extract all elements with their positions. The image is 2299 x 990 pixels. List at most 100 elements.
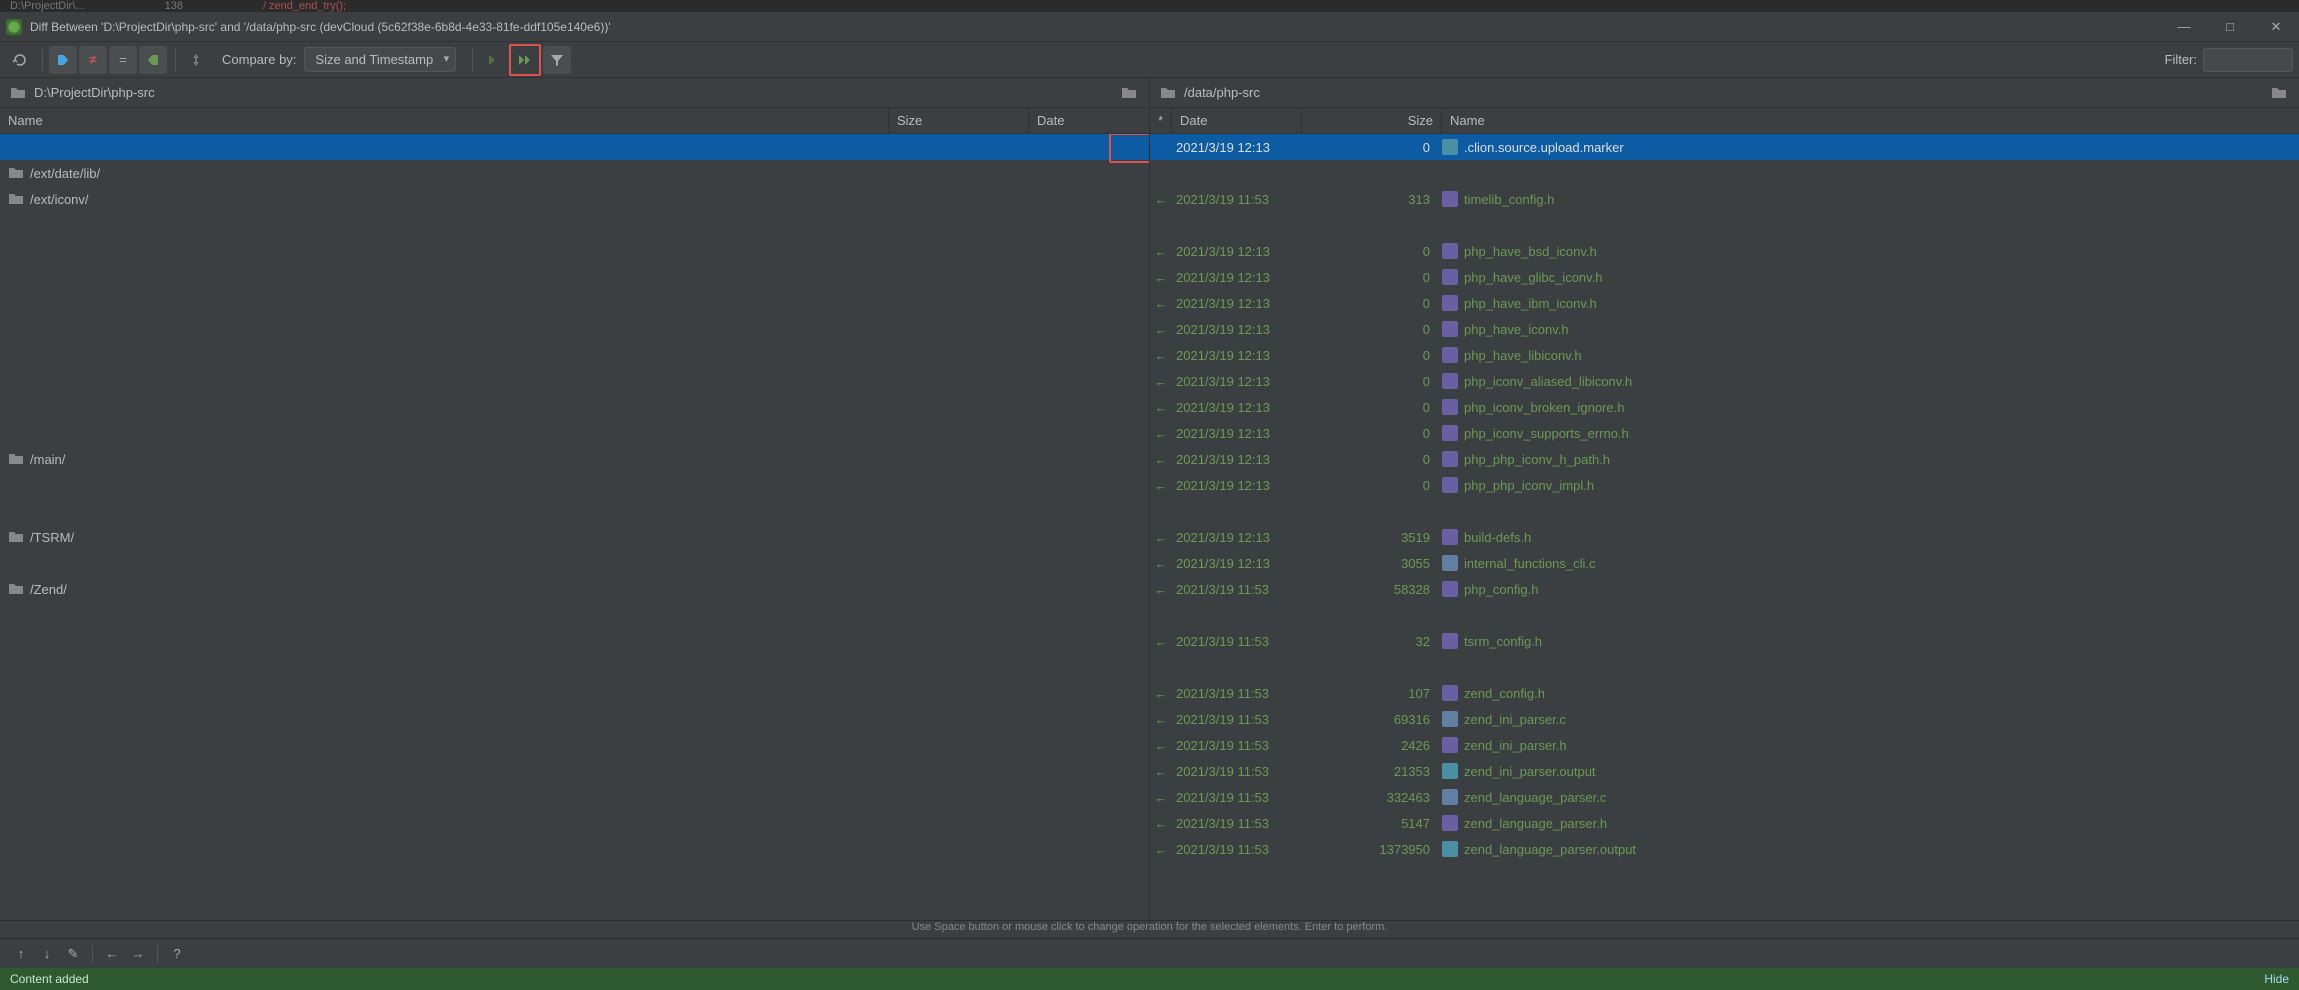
swap-sides-button[interactable] <box>182 46 210 74</box>
maximize-button[interactable]: □ <box>2207 12 2253 42</box>
left-row[interactable]: /ext/date/lib/ <box>0 160 1149 186</box>
right-row[interactable]: ←2021/3/19 11:531373950zend_language_par… <box>1150 836 2299 862</box>
right-row[interactable]: 2021/3/19 12:130.clion.source.upload.mar… <box>1150 134 2299 160</box>
hide-link[interactable]: Hide <box>2264 972 2289 986</box>
left-row[interactable] <box>0 134 1149 160</box>
show-diff-button[interactable]: ≠ <box>79 46 107 74</box>
right-row[interactable]: ←2021/3/19 11:5332tsrm_config.h <box>1150 628 2299 654</box>
op-arrow-icon[interactable]: ← <box>1150 296 1172 311</box>
op-arrow-icon[interactable]: ← <box>1150 400 1172 415</box>
right-pane[interactable]: 2021/3/19 12:130.clion.source.upload.mar… <box>1149 134 2299 920</box>
op-arrow-icon[interactable]: ← <box>1150 192 1172 207</box>
right-row[interactable]: ←2021/3/19 12:130php_have_iconv.h <box>1150 316 2299 342</box>
header-size-right[interactable]: Size <box>1302 108 1442 133</box>
help-button[interactable]: ? <box>164 941 190 967</box>
row-size: 0 <box>1302 426 1442 441</box>
op-arrow-icon[interactable]: ← <box>1150 582 1172 597</box>
sync-up-button[interactable]: ↑ <box>8 941 34 967</box>
row-name: zend_language_parser.h <box>1464 816 1607 831</box>
right-row[interactable]: ←2021/3/19 12:130php_iconv_aliased_libic… <box>1150 368 2299 394</box>
op-arrow-icon[interactable]: ← <box>1150 452 1172 467</box>
header-size-left[interactable]: Size <box>889 108 1029 133</box>
show-new-left-button[interactable] <box>139 46 167 74</box>
op-arrow-icon[interactable]: ← <box>1150 244 1172 259</box>
row-date: 2021/3/19 12:13 <box>1172 400 1302 415</box>
right-path: /data/php-src <box>1184 85 1260 100</box>
left-row[interactable]: /ext/iconv/ <box>0 186 1149 212</box>
right-row[interactable]: ←2021/3/19 12:130php_php_iconv_h_path.h <box>1150 446 2299 472</box>
browse-left-button[interactable] <box>1119 83 1139 103</box>
row-date: 2021/3/19 12:13 <box>1172 530 1302 545</box>
header-name-left[interactable]: Name <box>0 108 889 133</box>
file-icon <box>1442 399 1458 415</box>
op-arrow-icon[interactable]: ← <box>1150 270 1172 285</box>
left-pane[interactable]: /ext/date/lib//ext/iconv/ /main/ /TSRM/ /Ze… <box>0 134 1149 920</box>
row-name: zend_config.h <box>1464 686 1545 701</box>
op-arrow-icon[interactable]: ← <box>1150 686 1172 701</box>
filter-input[interactable] <box>2203 48 2293 72</box>
left-row[interactable]: /TSRM/ <box>0 524 1149 550</box>
header-date-left[interactable]: Date <box>1029 108 1149 133</box>
row-size: 332463 <box>1302 790 1442 805</box>
op-arrow-icon[interactable]: ← <box>1150 842 1172 857</box>
right-row[interactable]: ←2021/3/19 12:130php_have_libiconv.h <box>1150 342 2299 368</box>
op-arrow-icon[interactable]: ← <box>1150 374 1172 389</box>
row-name: build-defs.h <box>1464 530 1531 545</box>
right-row[interactable]: ←2021/3/19 12:130php_iconv_supports_errn… <box>1150 420 2299 446</box>
right-row[interactable]: ←2021/3/19 11:53107zend_config.h <box>1150 680 2299 706</box>
file-icon <box>1442 737 1458 753</box>
op-arrow-icon[interactable]: ← <box>1150 322 1172 337</box>
file-icon <box>1442 815 1458 831</box>
op-arrow-icon[interactable]: ← <box>1150 764 1172 779</box>
right-row[interactable]: ←2021/3/19 12:130php_have_ibm_iconv.h <box>1150 290 2299 316</box>
compare-mode-combo[interactable]: Size and Timestamp <box>304 47 456 72</box>
right-row[interactable]: ←2021/3/19 11:5321353zend_ini_parser.out… <box>1150 758 2299 784</box>
right-row[interactable]: ←2021/3/19 11:53332463zend_language_pars… <box>1150 784 2299 810</box>
show-new-right-button[interactable] <box>49 46 77 74</box>
row-name: /main/ <box>30 452 65 467</box>
right-row[interactable]: ←2021/3/19 11:532426zend_ini_parser.h <box>1150 732 2299 758</box>
op-arrow-icon[interactable]: ← <box>1150 634 1172 649</box>
header-op[interactable]: * <box>1150 108 1172 133</box>
close-button[interactable]: ✕ <box>2253 12 2299 42</box>
right-row[interactable]: ←2021/3/19 11:5358328php_config.h <box>1150 576 2299 602</box>
right-row[interactable]: ←2021/3/19 12:130php_have_bsd_iconv.h <box>1150 238 2299 264</box>
minimize-button[interactable]: — <box>2161 12 2207 42</box>
op-arrow-icon[interactable]: ← <box>1150 348 1172 363</box>
right-row[interactable]: ←2021/3/19 12:130php_php_iconv_impl.h <box>1150 472 2299 498</box>
sync-single-button[interactable] <box>479 46 507 74</box>
refresh-button[interactable] <box>6 46 34 74</box>
left-row[interactable]: /main/ <box>0 446 1149 472</box>
op-arrow-icon[interactable]: ← <box>1150 712 1172 727</box>
filter-toggle-button[interactable] <box>543 46 571 74</box>
right-row[interactable]: ←2021/3/19 11:5369316zend_ini_parser.c <box>1150 706 2299 732</box>
op-arrow-icon[interactable]: ← <box>1150 738 1172 753</box>
op-arrow-icon[interactable]: ← <box>1150 816 1172 831</box>
op-arrow-icon[interactable]: ← <box>1150 556 1172 571</box>
right-row[interactable]: ←2021/3/19 12:133055internal_functions_c… <box>1150 550 2299 576</box>
row-name: php_have_libiconv.h <box>1464 348 1582 363</box>
row-size: 0 <box>1302 140 1442 155</box>
left-row[interactable]: /Zend/ <box>0 576 1149 602</box>
right-row[interactable]: ←2021/3/19 11:535147zend_language_parser… <box>1150 810 2299 836</box>
right-row[interactable]: ←2021/3/19 11:53313timelib_config.h <box>1150 186 2299 212</box>
op-arrow-icon[interactable]: ← <box>1150 478 1172 493</box>
show-equal-button[interactable]: = <box>109 46 137 74</box>
op-arrow-icon[interactable]: ← <box>1150 530 1172 545</box>
op-arrow-icon[interactable]: ← <box>1150 426 1172 441</box>
next-diff-button[interactable]: → <box>125 941 151 967</box>
header-name-right[interactable]: Name <box>1442 108 2299 133</box>
prev-diff-button[interactable]: ← <box>99 941 125 967</box>
sync-all-button[interactable] <box>511 46 539 74</box>
right-row[interactable]: ←2021/3/19 12:133519build-defs.h <box>1150 524 2299 550</box>
browse-right-button[interactable] <box>2269 83 2289 103</box>
op-arrow-icon[interactable]: ← <box>1150 790 1172 805</box>
header-date-right[interactable]: Date <box>1172 108 1302 133</box>
edit-button[interactable]: ✎ <box>60 941 86 967</box>
separator <box>42 49 43 71</box>
row-name: tsrm_config.h <box>1464 634 1542 649</box>
sync-down-button[interactable]: ↓ <box>34 941 60 967</box>
separator <box>175 49 176 71</box>
right-row[interactable]: ←2021/3/19 12:130php_iconv_broken_ignore… <box>1150 394 2299 420</box>
right-row[interactable]: ←2021/3/19 12:130php_have_glibc_iconv.h <box>1150 264 2299 290</box>
